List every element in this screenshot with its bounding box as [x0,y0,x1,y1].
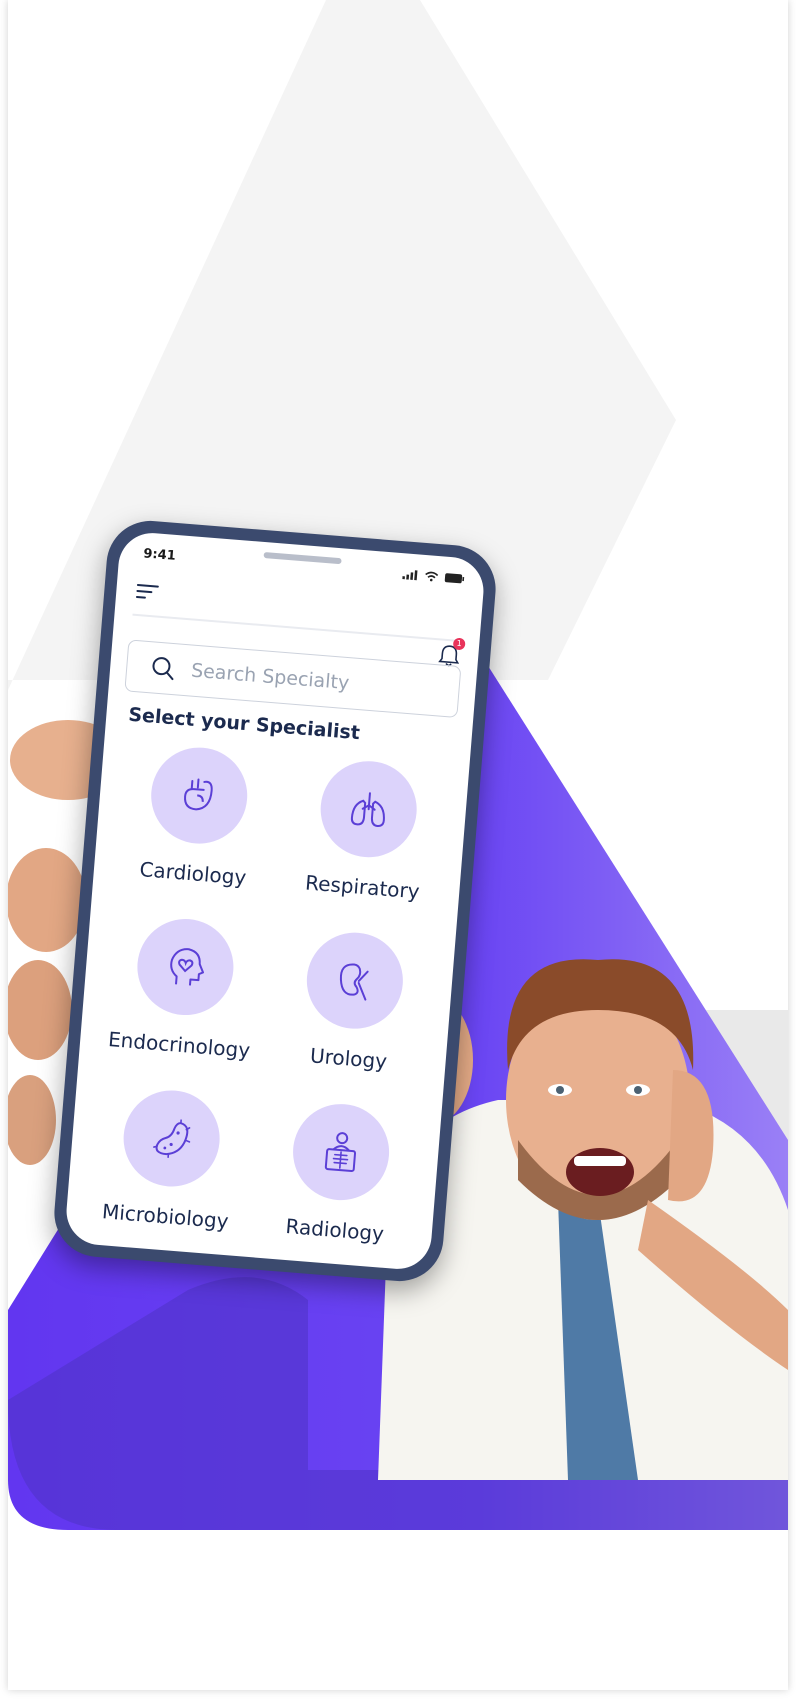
xray-icon [324,1132,357,1173]
wifi-icon [425,571,439,582]
lungs-icon [350,792,385,827]
kidney-icon [339,963,369,1001]
battery-icon [444,573,465,584]
specialty-respiratory[interactable]: Respiratory [287,755,448,905]
status-time: 9:41 [142,546,177,564]
section-title: Select your Specialist [127,703,361,745]
header-divider [132,613,462,643]
bacteria-icon [153,1119,191,1159]
heart-organ-icon [184,778,213,811]
specialty-icon-circle [147,743,251,848]
notification-badge: 1 [452,637,466,651]
specialty-icon-circle [119,1086,224,1191]
speaker-grill [263,551,342,565]
specialty-radiology[interactable]: Radiology [259,1098,420,1248]
specialty-icon-circle [289,1100,393,1204]
specialty-label: Microbiology [101,1199,230,1234]
specialty-label: Respiratory [304,870,421,904]
specialty-microbiology[interactable]: Microbiology [90,1085,251,1235]
search-bar[interactable] [124,639,462,719]
specialty-label: Radiology [284,1213,385,1246]
search-icon [152,657,174,681]
specialty-label: Urology [309,1043,388,1074]
specialty-label: Endocrinology [107,1027,252,1063]
status-icons [402,569,465,584]
search-input[interactable] [188,658,424,702]
specialty-cardiology[interactable]: Cardiology [117,742,278,892]
specialty-icon-circle [303,928,407,1033]
app-screen: 9:41 1 Select your Specialist [63,530,487,1272]
hamburger-icon[interactable] [135,582,161,602]
phone-mockup: 9:41 1 Select your Specialist [51,517,499,1285]
specialty-urology[interactable]: Urology [273,927,434,1077]
specialty-endocrinology[interactable]: Endocrinology [103,913,264,1063]
specialty-icon-circle [316,757,421,861]
specialty-label: Cardiology [138,857,248,890]
signal-icon [402,570,418,581]
promo-card: 9:41 1 Select your Specialist [8,0,788,1690]
head-heart-icon [170,948,205,986]
specialty-icon-circle [133,915,238,1019]
